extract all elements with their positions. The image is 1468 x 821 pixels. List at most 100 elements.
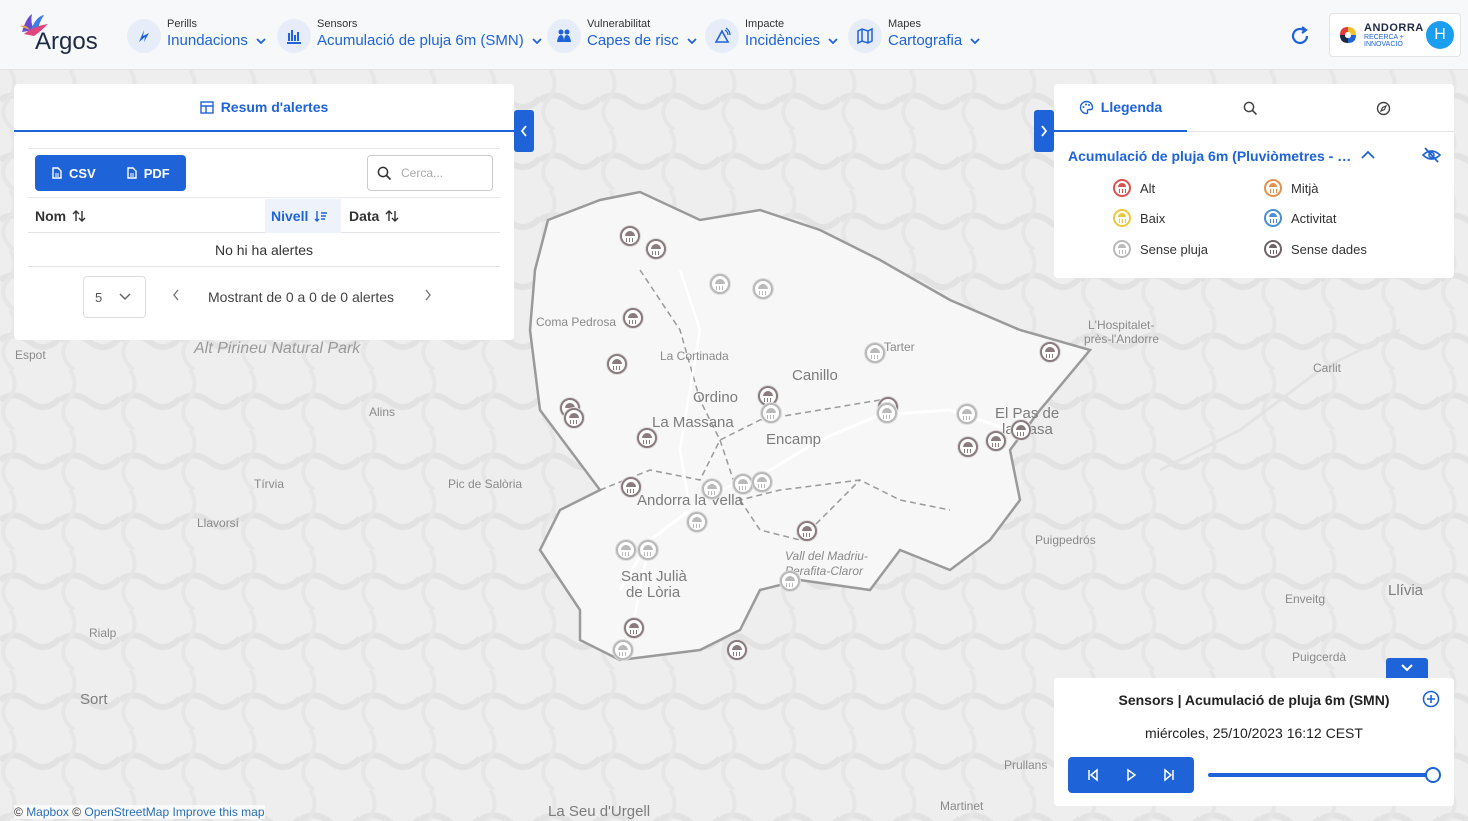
improve-map-link[interactable]: Improve this map <box>172 805 264 819</box>
rain-sensor-marker[interactable] <box>620 226 640 246</box>
export-csv-button[interactable]: CSV <box>52 166 96 181</box>
nav-sensors[interactable]: Sensors Acumulació de pluja 6m (SMN) <box>277 16 542 56</box>
chevron-left-icon[interactable] <box>171 288 181 302</box>
rain-sensor-marker[interactable] <box>877 403 897 423</box>
rain-sensor-marker[interactable] <box>616 540 636 560</box>
map-label: de Lòria <box>626 584 681 601</box>
nav-maps[interactable]: Mapes Cartografia <box>848 16 980 56</box>
compass-icon <box>1376 101 1391 115</box>
chevron-right-icon[interactable] <box>423 288 433 302</box>
nav-vulnerability[interactable]: Vulnerabilitat Capes de risc <box>547 16 697 56</box>
chevron-left-icon <box>520 125 527 137</box>
rain-sensor-marker[interactable] <box>761 403 781 423</box>
rain-sensor-marker[interactable] <box>1011 420 1031 440</box>
argos-logo[interactable]: Argos <box>18 12 108 56</box>
column-header-name[interactable]: Nom <box>35 199 265 233</box>
collapse-player-button[interactable] <box>1386 658 1428 678</box>
rain-sensor-marker[interactable] <box>646 239 666 259</box>
rain-sensor-marker[interactable] <box>687 512 707 532</box>
tab-navigation[interactable] <box>1320 84 1454 132</box>
chevron-up-icon[interactable] <box>1361 150 1375 159</box>
skip-forward-icon[interactable] <box>1162 768 1176 782</box>
map-label: Coma Pedrosa <box>536 315 617 329</box>
legend-panel: Llegenda Acumulació de pluja 6m (Pluviòm… <box>1054 84 1454 278</box>
sort-descending-icon <box>314 211 328 222</box>
map-label: Puigcerdà <box>1292 650 1347 664</box>
player-title: Sensors | Acumulació de pluja 6m (SMN) <box>1118 692 1390 708</box>
chevron-down-icon <box>256 38 266 44</box>
skip-back-icon[interactable] <box>1086 768 1100 782</box>
page-size-select[interactable]: 5 <box>83 276 146 318</box>
map-label: Prullans <box>1004 758 1048 772</box>
rain-sensor-marker[interactable] <box>702 479 722 499</box>
rain-sensor-marker[interactable] <box>613 640 633 660</box>
legend-item-activitat: Activitat <box>1264 209 1337 227</box>
collapse-right-panel-button[interactable] <box>1034 110 1054 152</box>
search-input[interactable] <box>401 166 481 180</box>
rain-sensor-marker[interactable] <box>564 408 584 428</box>
time-slider-track[interactable] <box>1208 773 1433 777</box>
column-label: Data <box>349 208 380 224</box>
export-pdf-button[interactable]: PDF <box>127 166 170 181</box>
nav-category: Perills <box>167 18 197 30</box>
column-header-date[interactable]: Data <box>349 199 469 233</box>
play-icon[interactable] <box>1124 768 1138 782</box>
rain-sensor-marker[interactable] <box>727 640 747 660</box>
tab-search[interactable] <box>1187 84 1320 132</box>
user-avatar[interactable]: H <box>1426 21 1454 49</box>
rain-sensor-marker[interactable] <box>797 521 817 541</box>
rain-sensor-marker[interactable] <box>1040 342 1060 362</box>
openstreetmap-link[interactable]: OpenStreetMap <box>84 805 169 819</box>
rain-sensor-marker[interactable] <box>753 279 773 299</box>
collapse-left-panel-button[interactable] <box>514 110 534 152</box>
rain-none-icon <box>1113 240 1131 258</box>
rain-sensor-marker[interactable] <box>621 477 641 497</box>
map-label: Rialp <box>89 626 117 640</box>
rain-sensor-marker[interactable] <box>637 428 657 448</box>
pdf-label: PDF <box>143 165 170 181</box>
rain-sensor-marker[interactable] <box>780 571 800 591</box>
tab-alerts-summary[interactable]: Resum d'alertes <box>14 84 514 132</box>
rain-sensor-marker[interactable] <box>957 404 977 424</box>
map-label: Espot <box>15 348 46 362</box>
tab-legend[interactable]: Llegenda <box>1054 84 1187 132</box>
refresh-icon[interactable] <box>1288 24 1312 48</box>
map-icon <box>848 19 882 53</box>
rain-sensor-marker[interactable] <box>733 474 753 494</box>
eye-off-icon[interactable] <box>1422 147 1441 163</box>
file-icon <box>127 167 137 179</box>
nav-hazards[interactable]: Perills Inundacions <box>127 16 266 56</box>
nav-impact[interactable]: Impacte Incidències <box>705 16 838 56</box>
rain-sensor-marker[interactable] <box>623 308 643 328</box>
rain-sensor-marker[interactable] <box>986 431 1006 451</box>
pagination: 5 Mostrant de 0 a 0 de 0 alertes <box>28 274 500 318</box>
tab-label: Llegenda <box>1100 99 1163 115</box>
warning-signal-icon <box>705 19 739 53</box>
map-label: La Massana <box>652 414 734 431</box>
column-header-level[interactable]: Nivell <box>265 199 341 233</box>
map-label: Llívia <box>1388 582 1424 599</box>
player-datetime: miércoles, 25/10/2023 16:12 CEST <box>1145 725 1363 741</box>
brand-line-3: INNOVACIÓ <box>1364 41 1403 48</box>
table-icon <box>199 100 214 114</box>
legend-label: Activitat <box>1291 210 1337 226</box>
column-label: Nom <box>35 208 67 224</box>
rain-sensor-marker[interactable] <box>624 618 644 638</box>
app-name: Argos <box>35 28 98 55</box>
rain-sensor-marker[interactable] <box>638 540 658 560</box>
map-label: Ordino <box>693 389 739 406</box>
chevron-down-icon <box>828 38 838 44</box>
rain-medium-icon <box>1264 179 1282 197</box>
mapbox-link[interactable]: Mapbox <box>26 805 69 819</box>
rain-sensor-marker[interactable] <box>607 354 627 374</box>
add-circle-icon[interactable] <box>1422 690 1440 708</box>
layer-title[interactable]: Acumulació de pluja 6m (Pluviòmetres - S… <box>1068 148 1353 164</box>
time-slider-thumb[interactable] <box>1425 767 1441 783</box>
rain-sensor-marker[interactable] <box>865 343 885 363</box>
nav-category: Vulnerabilitat <box>587 18 651 30</box>
rain-sensor-marker[interactable] <box>958 437 978 457</box>
rain-sensor-marker[interactable] <box>710 274 730 294</box>
rain-sensor-marker[interactable] <box>752 472 772 492</box>
search-icon <box>1243 101 1257 115</box>
chevron-down-icon <box>970 38 980 44</box>
